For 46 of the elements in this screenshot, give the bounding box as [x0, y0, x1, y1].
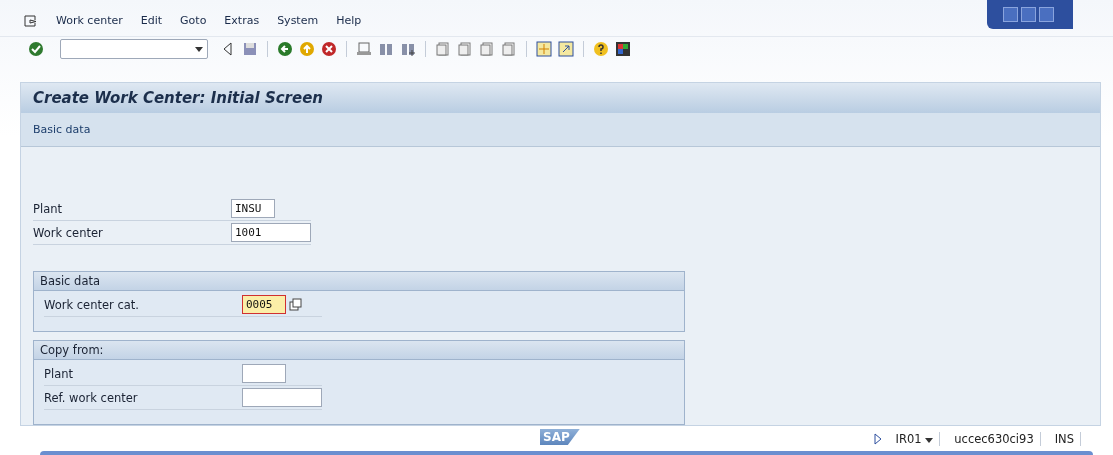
- system-name[interactable]: IR01: [889, 431, 941, 446]
- page-icon[interactable]: [479, 41, 495, 58]
- group-title: Basic data: [34, 272, 684, 292]
- check-icon[interactable]: [28, 41, 44, 58]
- menu-item[interactable]: Help: [336, 14, 362, 28]
- screen-title: Create Work Center: Initial Screen: [21, 83, 1100, 114]
- caret-icon[interactable]: [925, 437, 934, 443]
- new-window-icon[interactable]: [536, 41, 552, 58]
- menu-item[interactable]: Edit: [140, 14, 163, 28]
- input-field[interactable]: INSU: [231, 199, 275, 219]
- menu-item[interactable]: Goto: [180, 14, 207, 28]
- save-icon[interactable]: [242, 41, 258, 58]
- help-icon[interactable]: [593, 41, 609, 58]
- menu-item[interactable]: Work center: [56, 14, 123, 28]
- page-icon[interactable]: [457, 41, 473, 58]
- close-button[interactable]: [1039, 7, 1054, 22]
- shortcut-icon[interactable]: [558, 41, 574, 58]
- maximize-button[interactable]: [1021, 7, 1036, 22]
- exit-icon[interactable]: [299, 41, 315, 58]
- group-title: Copy from:: [34, 341, 684, 361]
- field-label: Plant: [44, 366, 74, 381]
- caret-icon[interactable]: [195, 47, 203, 52]
- command-field[interactable]: [60, 39, 208, 60]
- field-label: Ref. work center: [44, 390, 139, 405]
- field-label: Plant: [33, 201, 63, 216]
- value-help-icon[interactable]: [289, 297, 303, 312]
- input-field[interactable]: 1001: [231, 223, 311, 243]
- minimize-button[interactable]: [1003, 7, 1018, 22]
- back-icon[interactable]: [277, 41, 293, 58]
- menu-item[interactable]: Extras: [224, 14, 260, 28]
- logo: SAP: [540, 429, 580, 446]
- input-field[interactable]: [242, 364, 286, 384]
- input-field[interactable]: 0005: [242, 295, 286, 315]
- field-label: Work center: [33, 225, 104, 240]
- page-icon[interactable]: [435, 41, 451, 58]
- server-name: uccec630ci93: [948, 431, 1041, 446]
- layout-icon[interactable]: [615, 41, 631, 58]
- print-icon[interactable]: [356, 41, 372, 58]
- field-label: Work center cat.: [44, 297, 140, 312]
- input-mode: INS: [1048, 431, 1081, 446]
- triangle-icon[interactable]: [873, 432, 882, 445]
- menu-item[interactable]: System: [277, 14, 319, 28]
- input-field[interactable]: [242, 388, 322, 408]
- basic-data-button[interactable]: Basic data: [33, 123, 91, 137]
- page-icon[interactable]: [501, 41, 517, 58]
- cancel-icon[interactable]: [321, 41, 337, 58]
